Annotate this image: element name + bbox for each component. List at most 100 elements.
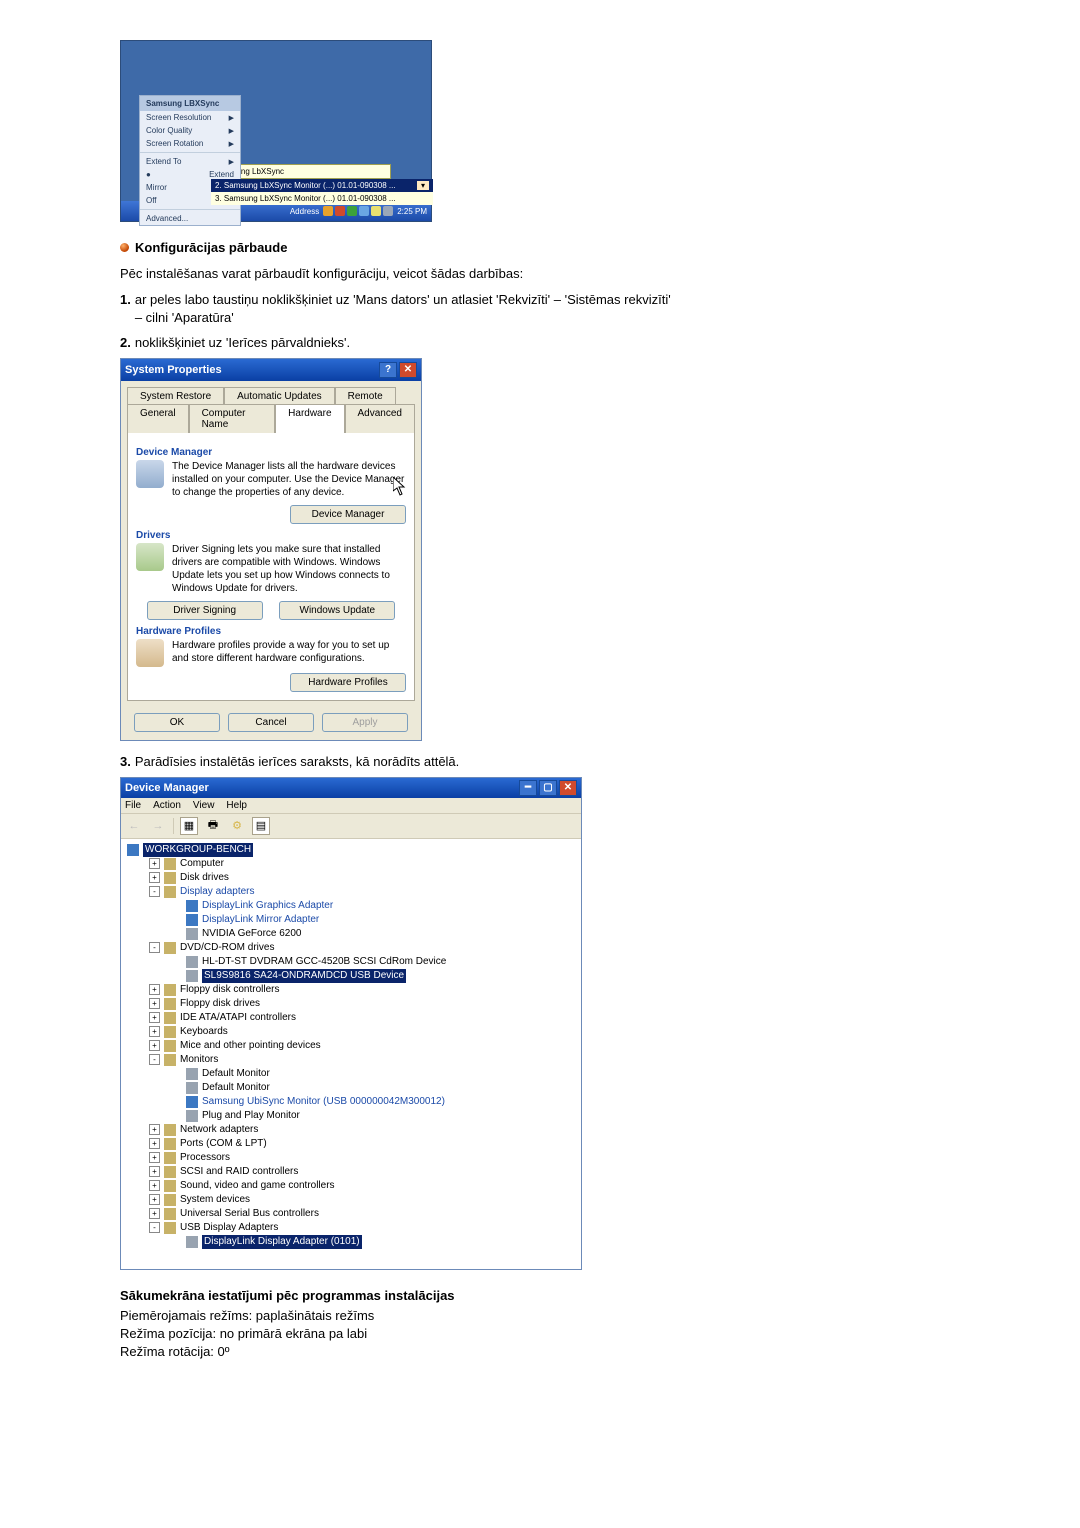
minimize-icon[interactable]: ━ [519,780,537,796]
tree-node[interactable]: - DVD/CD-ROM drives [149,941,575,955]
tree-toggle-icon[interactable]: - [149,942,160,953]
tab-automatic-updates[interactable]: Automatic Updates [224,387,335,405]
menu-item[interactable]: Screen Resolution▶ [140,111,240,124]
tray-icon[interactable] [371,206,381,216]
print-icon[interactable]: 🖶 [204,817,222,835]
step-text: noklikšķiniet uz 'Ierīces pārvaldnieks'. [135,334,350,352]
tree-leaf[interactable]: Default Monitor [171,1067,575,1081]
tree-toggle-icon[interactable]: - [149,1054,160,1065]
tree-node[interactable]: +Universal Serial Bus controllers [149,1207,575,1221]
tree-node[interactable]: +Disk drives [149,871,575,885]
tray-icon[interactable] [323,206,333,216]
tree-node[interactable]: +Mice and other pointing devices [149,1039,575,1053]
tree-toggle-icon[interactable]: + [149,1194,160,1205]
menu-item[interactable]: Screen Rotation▶ [140,137,240,150]
tree-leaf[interactable]: Samsung UbiSync Monitor (USB 000000042M3… [171,1095,575,1109]
properties-icon[interactable]: ▦ [180,817,198,835]
tree-node[interactable]: + Network adapters [149,1123,575,1137]
hardware-profiles-button[interactable]: Hardware Profiles [290,673,406,692]
tree-node[interactable]: +Ports (COM & LPT) [149,1137,575,1151]
tree-toggle-icon[interactable]: + [149,1026,160,1037]
tree-node[interactable]: +System devices [149,1193,575,1207]
tree-node[interactable]: +Keyboards [149,1025,575,1039]
device-tree[interactable]: WORKGROUP-BENCH+Computer+Disk drives-Dis… [121,839,581,1269]
menu-action[interactable]: Action [153,800,181,811]
close-icon[interactable]: ✕ [399,362,417,378]
tray-icon[interactable] [383,206,393,216]
tree-node[interactable]: -USB Display Adapters [149,1221,575,1235]
tree-toggle-icon[interactable]: - [149,886,160,897]
tab-remote[interactable]: Remote [335,387,396,405]
maximize-icon[interactable]: ▢ [539,780,557,796]
dropdown-option[interactable]: 3. Samsung LbXSync Monitor (...) 01.01-0… [211,192,433,205]
tree-node-label: DVD/CD-ROM drives [180,941,274,955]
monitor-select-dropdown[interactable]: 2. Samsung LbXSync Monitor (...) 01.01-0… [211,179,433,205]
tab-hardware[interactable]: Hardware [275,404,344,433]
device-manager-window: Device Manager ━ ▢ ✕ File Action View He… [120,777,582,1270]
back-icon[interactable]: ← [125,817,143,835]
close-icon[interactable]: ✕ [559,780,577,796]
tree-toggle-icon[interactable]: + [149,984,160,995]
tree-toggle-icon[interactable]: + [149,1152,160,1163]
category-icon [164,1138,176,1150]
tree-toggle-icon[interactable]: + [149,1040,160,1051]
cancel-button[interactable]: Cancel [228,713,314,732]
device-icon [186,914,198,926]
tree-node[interactable]: +IDE ATA/ATAPI controllers [149,1011,575,1025]
tree-node[interactable]: +SCSI and RAID controllers [149,1165,575,1179]
menu-item[interactable]: Extend To▶ [140,155,240,168]
menu-item[interactable]: Color Quality▶ [140,124,240,137]
tree-leaf[interactable]: DisplayLink Mirror Adapter [171,913,575,927]
menu-item[interactable]: Advanced... [140,212,240,225]
tray-icon[interactable] [335,206,345,216]
tree-node[interactable]: + Floppy disk controllers [149,983,575,997]
tree-toggle-icon[interactable]: + [149,998,160,1009]
tree-toggle-icon[interactable]: + [149,1012,160,1023]
tree-leaf[interactable]: Plug and Play Monitor [171,1109,575,1123]
device-manager-button[interactable]: Device Manager [290,505,406,524]
tree-leaf[interactable]: DisplayLink Graphics Adapter [171,899,575,913]
tree-toggle-icon[interactable]: + [149,1208,160,1219]
chevron-down-icon[interactable]: ▾ [417,181,429,190]
tree-node[interactable]: +Floppy disk drives [149,997,575,1011]
tree-leaf[interactable]: DisplayLink Display Adapter (0101) [171,1235,575,1249]
menu-view[interactable]: View [193,800,215,811]
tree-toggle-icon[interactable]: + [149,1138,160,1149]
tree-toggle-icon[interactable]: - [149,1222,160,1233]
tree-node[interactable]: +Processors [149,1151,575,1165]
device-icon [186,970,198,982]
ok-button[interactable]: OK [134,713,220,732]
menu-help[interactable]: Help [226,800,247,811]
tree-node[interactable]: +Sound, video and game controllers [149,1179,575,1193]
tree-toggle-icon[interactable]: + [149,858,160,869]
tree-leaf[interactable]: Default Monitor [171,1081,575,1095]
category-icon [164,858,176,870]
tree-toggle-icon[interactable]: + [149,1166,160,1177]
tree-root[interactable]: WORKGROUP-BENCH [143,843,253,857]
tree-toggle-icon[interactable]: + [149,1180,160,1191]
tray-icon[interactable] [359,206,369,216]
scan-icon[interactable]: ⚙ [228,817,246,835]
tab-advanced[interactable]: Advanced [345,404,415,433]
driver-signing-button[interactable]: Driver Signing [147,601,263,620]
tree-toggle-icon[interactable]: + [149,1124,160,1135]
step-3: 3. Parādīsies instalētās ierīces sarakst… [120,753,680,771]
windows-update-button[interactable]: Windows Update [279,601,395,620]
tab-computer-name[interactable]: Computer Name [189,404,276,433]
tray-icon[interactable] [347,206,357,216]
tab-general[interactable]: General [127,404,189,433]
list-icon[interactable]: ▤ [252,817,270,835]
tree-node[interactable]: +Computer [149,857,575,871]
menu-file[interactable]: File [125,800,141,811]
help-icon[interactable]: ? [379,362,397,378]
tree-leaf[interactable]: HL-DT-ST DVDRAM GCC-4520B SCSI CdRom Dev… [171,955,575,969]
forward-icon[interactable]: → [149,817,167,835]
tree-leaf[interactable]: SL9S9816 SA24-ONDRAMDCD USB Device [171,969,575,983]
tree-node-label: Network adapters [180,1123,258,1137]
tree-node[interactable]: -Display adapters [149,885,575,899]
tree-leaf[interactable]: NVIDIA GeForce 6200 [171,927,575,941]
tree-node[interactable]: -Monitors [149,1053,575,1067]
tree-toggle-icon[interactable]: + [149,872,160,883]
tree-node-label: Floppy disk controllers [180,983,279,997]
tab-system-restore[interactable]: System Restore [127,387,224,405]
